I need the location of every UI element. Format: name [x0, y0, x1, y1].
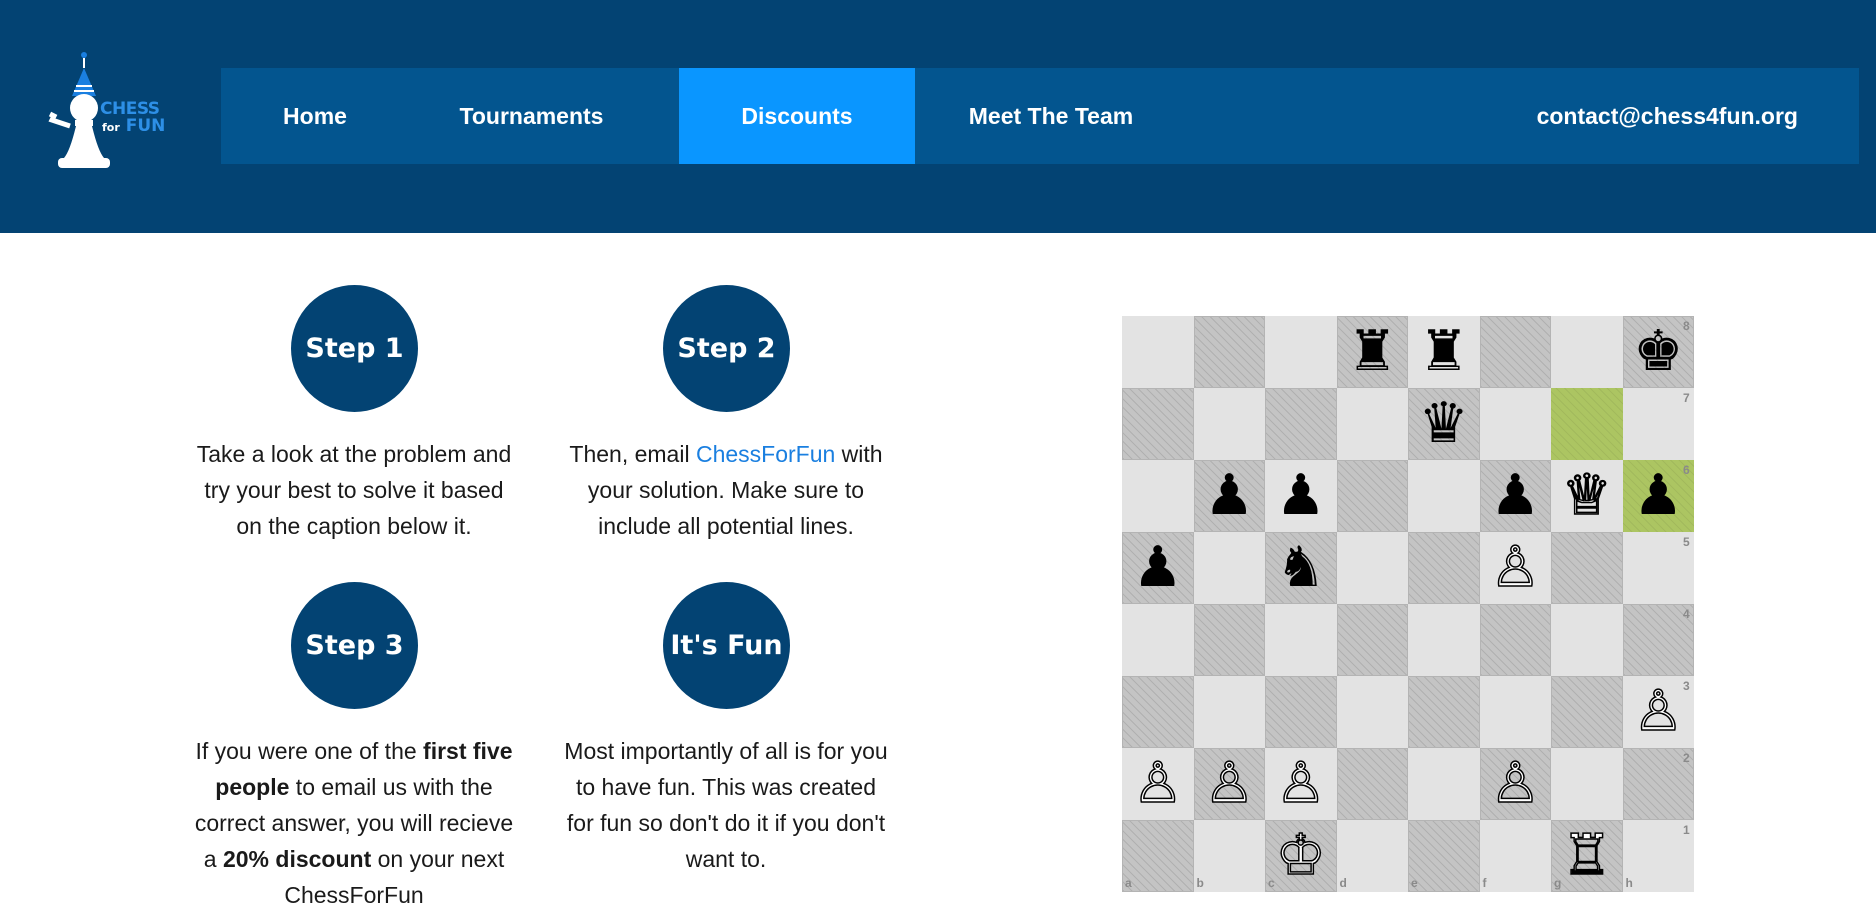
square-b7[interactable]	[1193, 388, 1265, 460]
square-a4[interactable]	[1122, 604, 1194, 676]
square-g4[interactable]	[1551, 604, 1623, 676]
square-f7[interactable]	[1479, 388, 1551, 460]
square-a7[interactable]	[1122, 388, 1194, 460]
square-d7[interactable]	[1336, 388, 1408, 460]
step-3-t1: If you were one of the	[195, 738, 424, 764]
step-2-text-before: Then, email	[569, 441, 696, 467]
piece-e8-icon[interactable]: ♜	[1408, 316, 1480, 388]
square-d4[interactable]	[1336, 604, 1408, 676]
square-f1[interactable]	[1479, 820, 1551, 892]
piece-b6-icon[interactable]: ♟	[1194, 460, 1266, 532]
piece-a5-icon[interactable]: ♟	[1122, 532, 1194, 604]
piece-c5-icon[interactable]: ♞	[1265, 532, 1337, 604]
square-d5[interactable]	[1336, 532, 1408, 604]
rank-label: 7	[1683, 391, 1690, 405]
contact-email-link[interactable]: contact@chess4fun.org	[1537, 68, 1798, 164]
square-g5[interactable]	[1551, 532, 1623, 604]
square-a6[interactable]	[1122, 460, 1194, 532]
file-label: h	[1625, 876, 1633, 890]
nav-meet-the-team[interactable]: Meet The Team	[915, 68, 1187, 164]
logo-fun: FUN	[125, 116, 166, 136]
square-f4[interactable]	[1479, 604, 1551, 676]
piece-f2-icon[interactable]: ♙	[1480, 748, 1552, 820]
square-d2[interactable]	[1336, 748, 1408, 820]
square-d3[interactable]	[1336, 676, 1408, 748]
square-e1[interactable]	[1408, 820, 1480, 892]
rank-label: 6	[1683, 463, 1690, 477]
piece-g1-icon[interactable]: ♖	[1551, 820, 1623, 892]
nav-tournaments[interactable]: Tournaments	[409, 68, 654, 164]
square-a1[interactable]	[1122, 820, 1194, 892]
chessforfun-email-link[interactable]: ChessForFun	[696, 441, 835, 467]
step-1-text: Take a look at the problem and try your …	[196, 441, 512, 539]
step-3-b2: 20% discount	[222, 846, 372, 872]
square-d6[interactable]	[1336, 460, 1408, 532]
its-fun-text: Most importantly of all is for you to ha…	[564, 738, 888, 872]
logo-for: for	[102, 121, 120, 134]
step-1-badge: Step 1	[291, 285, 418, 412]
square-e3[interactable]	[1408, 676, 1480, 748]
step-3-text: If you were one of the first five people…	[189, 733, 519, 913]
square-g2[interactable]	[1551, 748, 1623, 820]
square-a8[interactable]	[1122, 316, 1194, 388]
square-b3[interactable]	[1193, 676, 1265, 748]
piece-b2-icon[interactable]: ♙	[1194, 748, 1266, 820]
piece-a2-icon[interactable]: ♙	[1122, 748, 1194, 820]
file-label: f	[1482, 876, 1487, 890]
logo-line2: for FUN	[102, 118, 165, 135]
square-e5[interactable]	[1408, 532, 1480, 604]
square-c4[interactable]	[1265, 604, 1337, 676]
step-2-text: Then, email ChessForFun with your soluti…	[561, 436, 891, 544]
file-label: a	[1125, 876, 1132, 890]
piece-f5-icon[interactable]: ♙	[1480, 532, 1552, 604]
square-e6[interactable]	[1408, 460, 1480, 532]
rank-label: 8	[1683, 319, 1690, 333]
square-g7[interactable]	[1551, 388, 1623, 460]
rank-label: 2	[1683, 751, 1690, 765]
its-fun-badge: It's Fun	[663, 582, 790, 709]
square-c3[interactable]	[1265, 676, 1337, 748]
piece-c6-icon[interactable]: ♟	[1265, 460, 1337, 532]
rank-label: 3	[1683, 679, 1690, 693]
square-d1[interactable]	[1336, 820, 1408, 892]
square-b1[interactable]	[1193, 820, 1265, 892]
square-g3[interactable]	[1551, 676, 1623, 748]
nav-discounts[interactable]: Discounts	[679, 68, 915, 164]
square-e2[interactable]	[1408, 748, 1480, 820]
piece-g6-icon[interactable]: ♕	[1551, 460, 1623, 532]
rank-label: 4	[1683, 607, 1690, 621]
site-header: CHESS for FUN Home Tournaments Discounts…	[0, 0, 1876, 233]
step-2-badge: Step 2	[663, 285, 790, 412]
square-g8[interactable]	[1551, 316, 1623, 388]
square-c7[interactable]	[1265, 388, 1337, 460]
file-label: g	[1554, 876, 1562, 890]
step-3-badge: Step 3	[291, 582, 418, 709]
rank-label: 5	[1683, 535, 1690, 549]
rank-label: 1	[1683, 823, 1690, 837]
file-label: c	[1268, 876, 1275, 890]
chess-board[interactable]: ♜ ♜ ♚ ♛ ♟ ♟ ♟ ♕ ♟ ♟ ♞ ♙ ♙ ♙ ♙ ♙ ♙ ♔ ♖ 8 7 6 5 4 3 2 1 a b c d e f g h	[1122, 316, 1694, 892]
square-f3[interactable]	[1479, 676, 1551, 748]
square-b4[interactable]	[1193, 604, 1265, 676]
logo-wordmark[interactable]: CHESS for FUN	[100, 101, 165, 135]
piece-c2-icon[interactable]: ♙	[1265, 748, 1337, 820]
square-b5[interactable]	[1193, 532, 1265, 604]
square-c8[interactable]	[1265, 316, 1337, 388]
square-a3[interactable]	[1122, 676, 1194, 748]
piece-d8-icon[interactable]: ♜	[1337, 316, 1409, 388]
square-f8[interactable]	[1479, 316, 1551, 388]
main-nav: Home Tournaments Discounts Meet The Team…	[221, 68, 1859, 164]
file-label: b	[1196, 876, 1204, 890]
file-label: e	[1411, 876, 1418, 890]
piece-e7-icon[interactable]: ♛	[1408, 388, 1480, 460]
piece-c1-icon[interactable]: ♔	[1265, 820, 1337, 892]
nav-home[interactable]: Home	[221, 68, 409, 164]
piece-f6-icon[interactable]: ♟	[1480, 460, 1552, 532]
file-label: d	[1339, 876, 1347, 890]
square-b8[interactable]	[1193, 316, 1265, 388]
square-e4[interactable]	[1408, 604, 1480, 676]
